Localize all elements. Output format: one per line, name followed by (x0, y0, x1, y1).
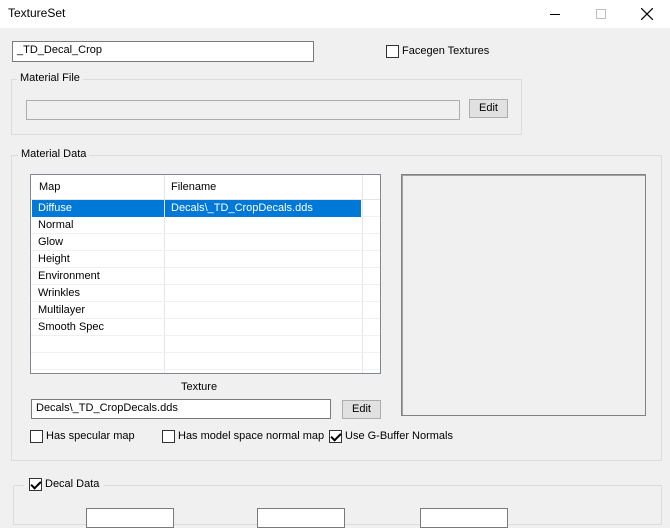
list-item-map: Height (38, 253, 70, 265)
list-item-filename (165, 217, 171, 234)
list-item-map: Environment (38, 270, 100, 282)
list-item-glow[interactable]: Glow (31, 234, 380, 251)
material-file-edit-button[interactable]: Edit (469, 99, 508, 118)
maximize-icon (596, 9, 606, 19)
texture-label: Texture (181, 381, 218, 393)
close-icon (641, 8, 653, 20)
has-specular-map-label: Has specular map (46, 430, 135, 442)
texture-preview (401, 174, 646, 416)
material-file-path-input[interactable] (26, 100, 460, 120)
use-g-buffer-normals-label: Use G-Buffer Normals (345, 430, 453, 442)
decal-data-label: Decal Data (45, 478, 100, 490)
list-item-filename (165, 234, 171, 251)
list-item-diffuse[interactable]: Diffuse Decals\_TD_CropDecals.dds (31, 200, 380, 217)
texture-map-list[interactable]: Map Filename Diffuse Decals\_TD_CropDeca… (30, 174, 381, 374)
texture-path-input[interactable]: Decals\_TD_CropDecals.dds (31, 399, 331, 419)
list-item-multilayer[interactable]: Multilayer (31, 302, 380, 319)
list-item-height[interactable]: Height (31, 251, 380, 268)
list-item-wrinkles[interactable]: Wrinkles (31, 285, 380, 302)
list-item-filename (165, 251, 171, 268)
maximize-button[interactable] (578, 0, 624, 28)
has-specular-map-checkbox[interactable] (30, 430, 43, 443)
close-button[interactable] (624, 0, 670, 28)
has-model-space-normal-map-label: Has model space normal map (178, 430, 325, 442)
texture-edit-button[interactable]: Edit (342, 400, 381, 419)
decal-field-2[interactable] (257, 508, 345, 528)
list-item-empty (31, 336, 380, 353)
list-item-map: Glow (38, 236, 64, 248)
minimize-icon (550, 14, 560, 15)
use-g-buffer-normals-checkbox[interactable] (329, 430, 342, 443)
decal-data-checkbox[interactable] (29, 478, 42, 491)
list-item-map: Multilayer (38, 304, 86, 316)
column-header-filename[interactable]: Filename (165, 179, 216, 196)
material-file-legend: Material File (17, 72, 83, 84)
list-item-empty (31, 353, 380, 370)
list-header: Map Filename (31, 175, 380, 200)
list-item-filename: Decals\_TD_CropDecals.dds (165, 200, 361, 217)
list-item-map: Normal (38, 219, 74, 231)
material-data-legend: Material Data (18, 148, 90, 160)
decal-field-3[interactable] (420, 508, 508, 528)
facegen-textures-checkbox[interactable] (386, 45, 399, 58)
column-header-map[interactable]: Map (33, 179, 60, 196)
facegen-textures-label: Facegen Textures (402, 45, 490, 57)
list-item-map: Diffuse (32, 200, 164, 217)
list-item-filename (165, 285, 171, 302)
has-model-space-normal-map-checkbox[interactable] (162, 430, 175, 443)
decal-field-1[interactable] (86, 508, 174, 528)
texture-set-name-input[interactable]: _TD_Decal_Crop (12, 41, 314, 62)
list-item-map: Smooth Spec (38, 321, 105, 333)
list-item-map: Wrinkles (38, 287, 80, 299)
list-item-filename (165, 302, 171, 319)
list-item-environment[interactable]: Environment (31, 268, 380, 285)
minimize-button[interactable] (532, 0, 578, 28)
list-item-normal[interactable]: Normal (31, 217, 380, 234)
list-item-filename (165, 319, 171, 336)
list-item-filename (165, 268, 171, 285)
list-item-smooth-spec[interactable]: Smooth Spec (31, 319, 380, 336)
window-title: TextureSet (8, 6, 66, 20)
